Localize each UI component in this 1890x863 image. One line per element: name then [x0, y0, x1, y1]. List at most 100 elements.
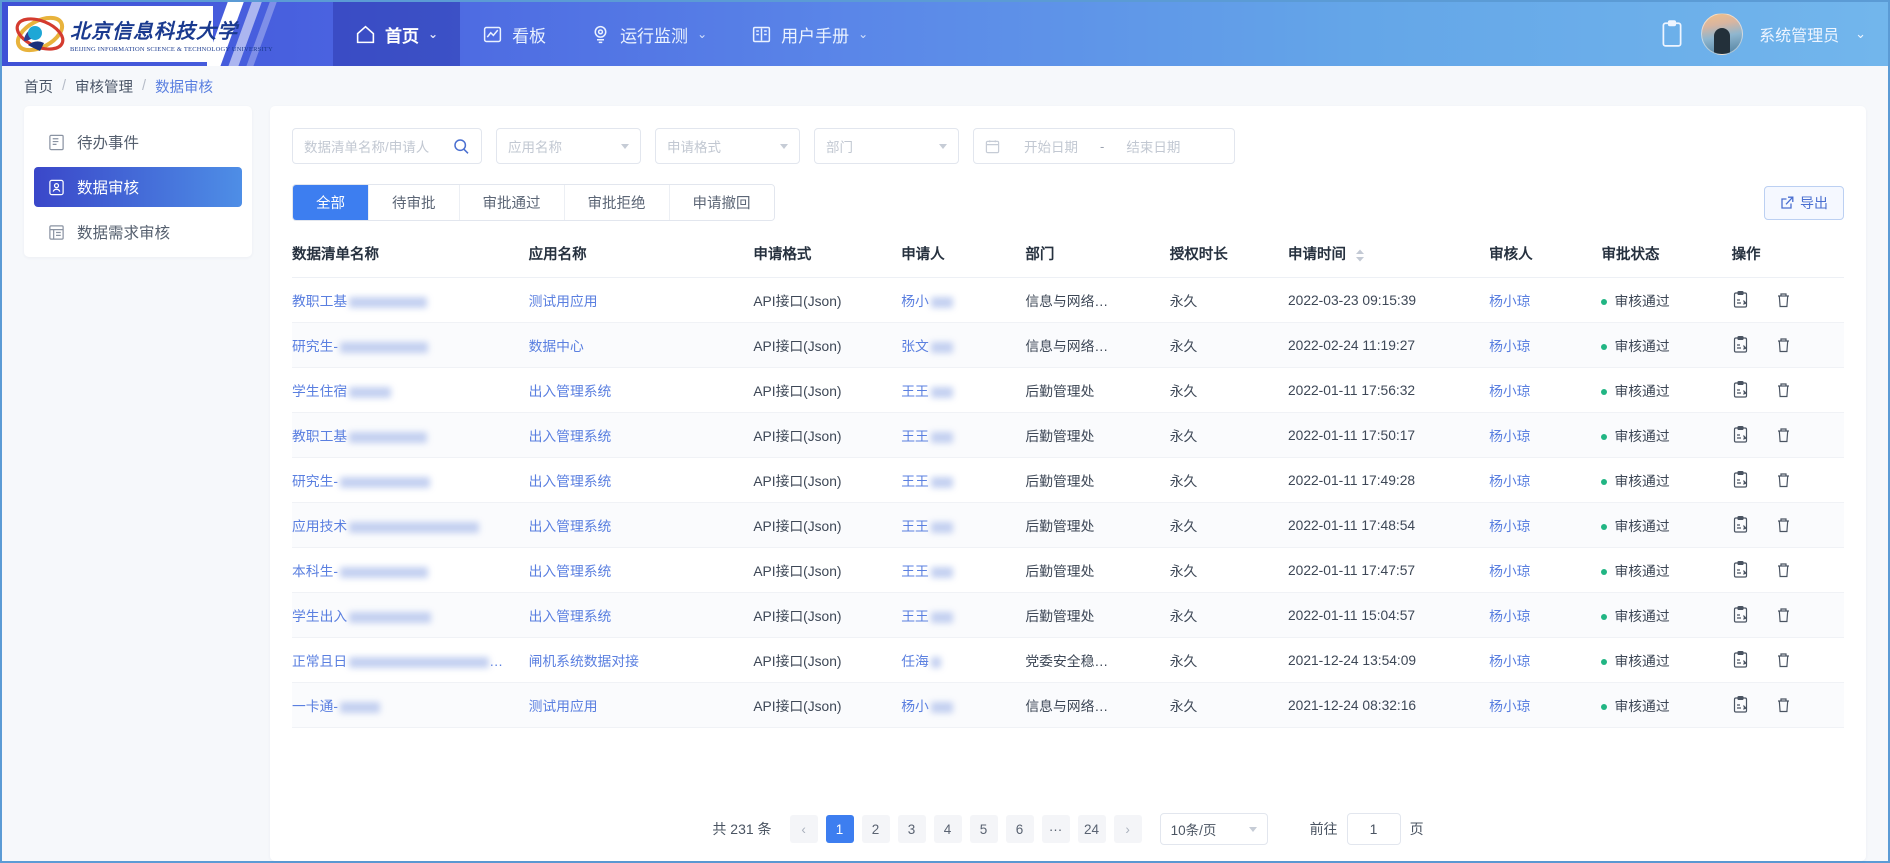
applicant-link[interactable]: 王王: [901, 564, 929, 579]
cell-applicant[interactable]: 王王: [901, 547, 1026, 593]
cell-auditor[interactable]: 杨小琼: [1489, 592, 1602, 638]
cell-app-name[interactable]: 测试用应用: [528, 277, 754, 323]
search-icon[interactable]: [453, 138, 470, 155]
view-detail-icon[interactable]: [1732, 561, 1749, 579]
auditor-link[interactable]: 杨小琼: [1489, 294, 1530, 309]
cell-data-list-name[interactable]: 教职工基: [292, 277, 529, 323]
chevron-down-icon[interactable]: ⌄: [1855, 26, 1866, 42]
user-name[interactable]: 系统管理员: [1759, 22, 1839, 46]
delete-icon[interactable]: [1775, 516, 1792, 534]
cell-data-list-name[interactable]: 教职工基: [292, 412, 529, 458]
data-list-name-link[interactable]: 一卡通-: [292, 699, 338, 714]
app-name-link[interactable]: 出入管理系统: [529, 564, 612, 579]
view-detail-icon[interactable]: [1732, 291, 1749, 309]
data-list-name-link[interactable]: 应用技术: [292, 519, 347, 534]
cell-auditor[interactable]: 杨小琼: [1489, 412, 1602, 458]
sidebar-item-pending-events[interactable]: 待办事件: [34, 122, 242, 162]
cell-auditor[interactable]: 杨小琼: [1489, 547, 1602, 593]
applicant-link[interactable]: 王王: [901, 609, 929, 624]
breadcrumb-item-audit-mgmt[interactable]: 审核管理: [75, 76, 133, 97]
delete-icon[interactable]: [1775, 426, 1792, 444]
page-size-select[interactable]: 10条/页: [1159, 813, 1268, 845]
delete-icon[interactable]: [1775, 381, 1792, 399]
cell-data-list-name[interactable]: 正常且日…: [292, 637, 529, 683]
page-button-24[interactable]: 24: [1077, 815, 1106, 843]
tab-pending[interactable]: 待审批: [369, 185, 460, 220]
view-detail-icon[interactable]: [1732, 696, 1749, 714]
app-name-select[interactable]: 应用名称: [496, 128, 641, 164]
page-button-2[interactable]: 2: [861, 815, 890, 843]
end-date-placeholder[interactable]: 结束日期: [1126, 136, 1180, 156]
app-name-link[interactable]: 出入管理系统: [529, 609, 612, 624]
cell-data-list-name[interactable]: 一卡通-: [292, 682, 529, 728]
app-name-link[interactable]: 出入管理系统: [529, 384, 612, 399]
cell-applicant[interactable]: 杨小: [901, 682, 1026, 728]
sidebar-item-data-requirement-audit[interactable]: 数据需求审核: [34, 212, 242, 252]
data-list-name-link[interactable]: 教职工基: [292, 294, 347, 309]
cell-auditor[interactable]: 杨小琼: [1489, 367, 1602, 413]
cell-applicant[interactable]: 王王: [901, 592, 1026, 638]
cell-data-list-name[interactable]: 学生住宿: [292, 367, 529, 413]
app-name-link[interactable]: 测试用应用: [529, 294, 598, 309]
clipboard-icon[interactable]: [1659, 20, 1685, 48]
delete-icon[interactable]: [1775, 561, 1792, 579]
auditor-link[interactable]: 杨小琼: [1489, 339, 1530, 354]
cell-auditor[interactable]: 杨小琼: [1489, 277, 1602, 323]
page-button-5[interactable]: 5: [969, 815, 998, 843]
view-detail-icon[interactable]: [1732, 426, 1749, 444]
breadcrumb-item-data-audit[interactable]: 数据审核: [155, 76, 213, 97]
tab-approved[interactable]: 审批通过: [459, 185, 565, 220]
cell-auditor[interactable]: 杨小琼: [1489, 457, 1602, 503]
cell-applicant[interactable]: 王王: [901, 367, 1026, 413]
col-apply-time[interactable]: 申请时间: [1287, 243, 1490, 278]
auditor-link[interactable]: 杨小琼: [1489, 519, 1530, 534]
start-date-placeholder[interactable]: 开始日期: [1024, 136, 1078, 156]
page-button-4[interactable]: 4: [933, 815, 962, 843]
data-list-name-link[interactable]: 研究生-: [292, 339, 338, 354]
tab-all[interactable]: 全部: [293, 185, 369, 220]
university-logo[interactable]: 北京信息科技大学 BEIJING INFORMATION SCIENCE & T…: [8, 6, 273, 62]
app-name-link[interactable]: 出入管理系统: [529, 474, 612, 489]
cell-app-name[interactable]: 出入管理系统: [528, 367, 754, 413]
export-button[interactable]: 导出: [1764, 185, 1844, 220]
nav-item-manual[interactable]: 用户手册 ⌄: [729, 2, 890, 66]
delete-icon[interactable]: [1775, 336, 1792, 354]
view-detail-icon[interactable]: [1732, 516, 1749, 534]
cell-data-list-name[interactable]: 本科生-: [292, 547, 529, 593]
view-detail-icon[interactable]: [1732, 381, 1749, 399]
view-detail-icon[interactable]: [1732, 606, 1749, 624]
cell-data-list-name[interactable]: 应用技术: [292, 502, 529, 548]
cell-app-name[interactable]: 闸机系统数据对接: [528, 637, 754, 683]
view-detail-icon[interactable]: [1732, 471, 1749, 489]
cell-applicant[interactable]: 王王: [901, 457, 1026, 503]
delete-icon[interactable]: [1775, 696, 1792, 714]
auditor-link[interactable]: 杨小琼: [1489, 654, 1530, 669]
cell-app-name[interactable]: 出入管理系统: [528, 412, 754, 458]
cell-auditor[interactable]: 杨小琼: [1489, 637, 1602, 683]
cell-app-name[interactable]: 出入管理系统: [528, 457, 754, 503]
applicant-link[interactable]: 杨小: [901, 699, 929, 714]
applicant-link[interactable]: 杨小: [901, 294, 929, 309]
auditor-link[interactable]: 杨小琼: [1489, 699, 1530, 714]
data-list-name-link[interactable]: 研究生-: [292, 474, 338, 489]
applicant-link[interactable]: 任海: [901, 654, 929, 669]
applicant-link[interactable]: 王王: [901, 384, 929, 399]
auditor-link[interactable]: 杨小琼: [1489, 474, 1530, 489]
data-list-name-link[interactable]: 学生出入: [292, 609, 347, 624]
nav-item-monitor[interactable]: 运行监测 ⌄: [568, 2, 729, 66]
auditor-link[interactable]: 杨小琼: [1489, 384, 1530, 399]
department-select[interactable]: 部门: [814, 128, 959, 164]
data-list-name-link[interactable]: 正常且日: [292, 654, 347, 669]
date-range-picker[interactable]: 开始日期 - 结束日期: [973, 128, 1235, 164]
data-list-name-link[interactable]: 学生住宿: [292, 384, 347, 399]
next-page-button[interactable]: ›: [1113, 815, 1142, 843]
cell-auditor[interactable]: 杨小琼: [1489, 322, 1602, 368]
auditor-link[interactable]: 杨小琼: [1489, 609, 1530, 624]
cell-auditor[interactable]: 杨小琼: [1489, 502, 1602, 548]
tab-withdrawn[interactable]: 申请撤回: [669, 185, 774, 220]
delete-icon[interactable]: [1775, 471, 1792, 489]
breadcrumb-item-home[interactable]: 首页: [24, 76, 53, 97]
cell-data-list-name[interactable]: 研究生-: [292, 322, 529, 368]
page-button-1[interactable]: 1: [825, 815, 854, 843]
page-button-6[interactable]: 6: [1005, 815, 1034, 843]
